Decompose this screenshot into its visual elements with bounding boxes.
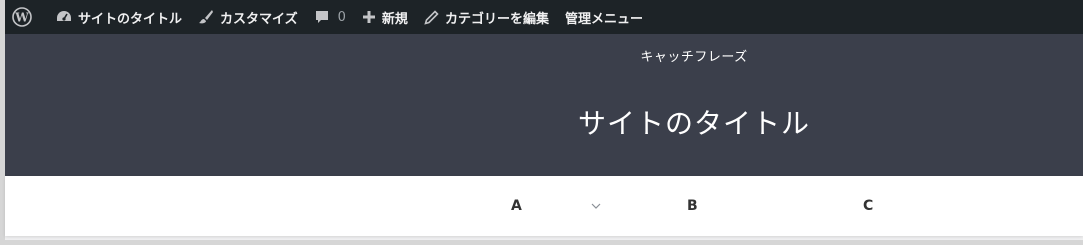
- wordpress-icon: W: [12, 7, 32, 27]
- nav-item-c[interactable]: C: [863, 176, 873, 236]
- edit-category-label: カテゴリーを編集: [444, 11, 549, 27]
- page-frame: W サイトのタイトル カスタマイズ 0 新規 カテゴリーを編集 管理メニュー キ…: [5, 0, 1083, 240]
- pencil-icon: [424, 9, 439, 25]
- admin-bar: W サイトのタイトル カスタマイズ 0 新規 カテゴリーを編集 管理メニュー: [5, 0, 1083, 34]
- site-header: キャッチフレーズ サイトのタイトル: [5, 34, 1083, 176]
- site-name-menu[interactable]: サイトのタイトル: [48, 0, 190, 34]
- plus-icon: [362, 10, 376, 24]
- nav-item-b[interactable]: B: [687, 176, 698, 236]
- site-name-label: サイトのタイトル: [78, 11, 183, 27]
- admin-menu-button[interactable]: 管理メニュー: [557, 0, 651, 34]
- new-content-button[interactable]: 新規: [354, 0, 416, 34]
- comments-count: 0: [337, 9, 346, 25]
- paintbrush-icon: [198, 9, 214, 25]
- chevron-down-icon[interactable]: [591, 198, 601, 214]
- customize-button[interactable]: カスタマイズ: [190, 0, 306, 34]
- svg-text:W: W: [14, 11, 29, 25]
- comment-icon: [314, 9, 330, 25]
- admin-menu-label: 管理メニュー: [564, 11, 643, 27]
- nav-item-a[interactable]: A: [511, 176, 522, 236]
- primary-navigation: A B C: [5, 176, 1083, 236]
- site-title[interactable]: サイトのタイトル: [5, 102, 1083, 142]
- wordpress-logo-button[interactable]: W: [5, 0, 48, 34]
- customize-label: カスタマイズ: [220, 11, 298, 27]
- edit-category-button[interactable]: カテゴリーを編集: [416, 0, 557, 34]
- dashboard-icon: [56, 10, 72, 24]
- comments-button[interactable]: 0: [306, 0, 354, 34]
- site-tagline: キャッチフレーズ: [640, 50, 748, 65]
- new-label: 新規: [381, 11, 408, 27]
